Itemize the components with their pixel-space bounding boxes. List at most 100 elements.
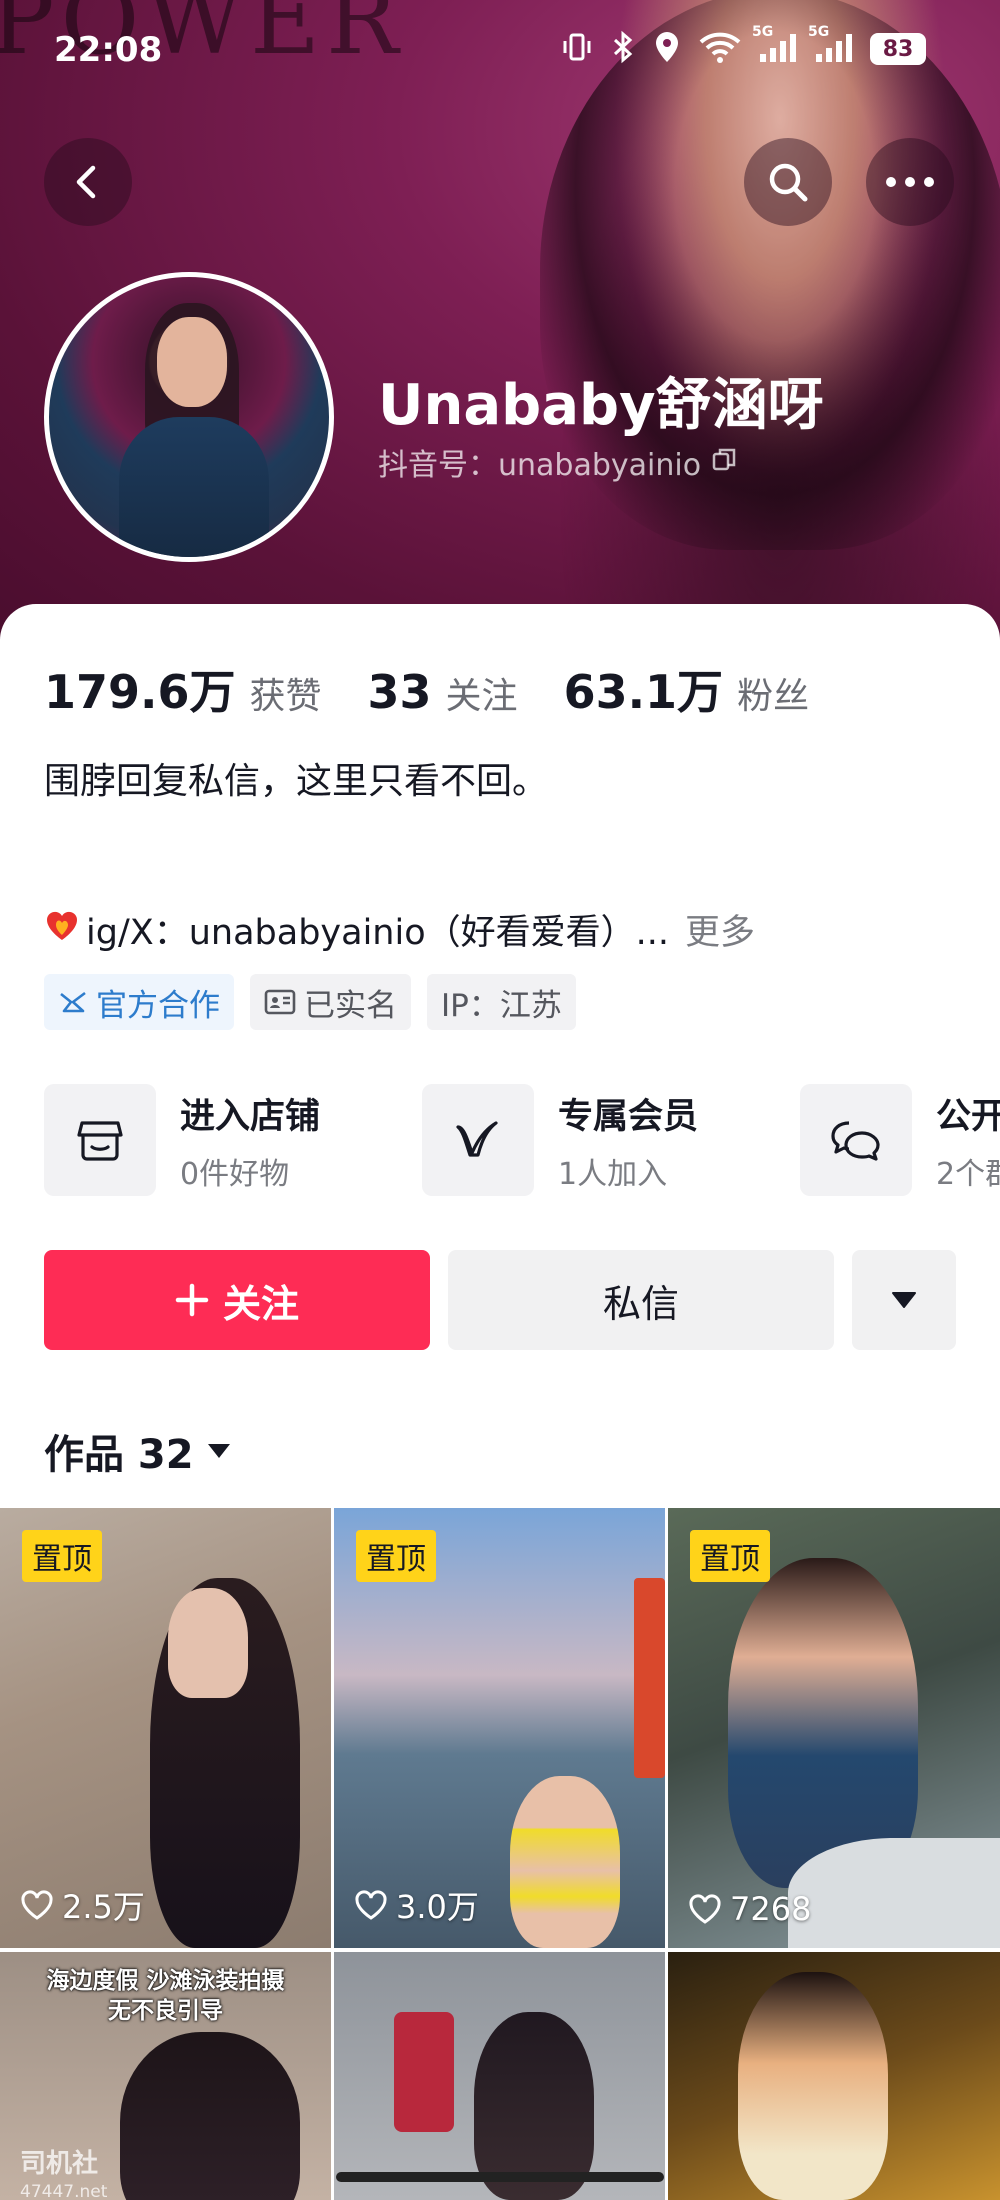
- more-dots-icon: [886, 177, 934, 187]
- bio-link-text: ig/X：unababyainio（好看爱看）...: [86, 913, 669, 953]
- watermark-line-2: 47447.net: [20, 2182, 108, 2200]
- stat-following[interactable]: 33 关注: [368, 665, 518, 719]
- chat-icon: [800, 1084, 912, 1196]
- shortcut-row: 进入店铺 0件好物 专属会员 1人加入 公开 2个群: [44, 1084, 1000, 1200]
- douyin-id-row: 抖音号：unababyainio: [378, 440, 737, 484]
- tag-verified-label: 已实名: [304, 987, 397, 1024]
- signal-icon-1: 5G: [752, 24, 798, 68]
- shortcut-shop-title: 进入店铺: [180, 1096, 321, 1137]
- stat-followers[interactable]: 63.1万 粉丝: [564, 656, 810, 722]
- tag-row: 官方合作 已实名 IP：江苏: [44, 974, 576, 1030]
- shortcut-vip-title: 专属会员: [558, 1096, 699, 1137]
- works-tab[interactable]: 作品 32: [44, 1422, 232, 1480]
- shortcut-shop-text: 进入店铺 0件好物: [180, 1088, 320, 1193]
- bluetooth-icon: [610, 30, 636, 68]
- watermark-line-1: 司机社: [20, 2149, 99, 2179]
- follow-button[interactable]: 关注: [44, 1250, 430, 1350]
- location-icon: [652, 30, 682, 68]
- tag-verified[interactable]: 已实名: [250, 974, 411, 1030]
- stat-likes-label: 获赞: [249, 676, 322, 717]
- video-likes: 7268: [688, 1890, 811, 1928]
- video-thumb-object: [394, 2012, 454, 2132]
- shortcut-vip[interactable]: 专属会员 1人加入: [422, 1084, 698, 1196]
- video-thumb-car: [788, 1838, 1000, 1948]
- avatar-body-shape: [119, 417, 269, 557]
- video-thumb-figure: [738, 1972, 888, 2200]
- more-link[interactable]: 更多: [685, 904, 755, 955]
- video-thumb-face: [168, 1588, 248, 1698]
- more-options-button[interactable]: [866, 138, 954, 226]
- profile-header: POWER 22:08 5G 5G 83 Unababy舒涵呀 抖音号：unab…: [0, 0, 1000, 640]
- douyin-id: 抖音号：unababyainio: [378, 448, 702, 483]
- profile-screen: POWER 22:08 5G 5G 83 Unababy舒涵呀 抖音号：unab…: [0, 0, 1000, 2200]
- pinned-badge: 置顶: [690, 1530, 770, 1582]
- video-overlay-text: 海边度假 沙滩泳装拍摄 无不良引导: [0, 1966, 331, 2026]
- heart-outline-icon: [355, 1890, 387, 1920]
- tag-official-cooperation[interactable]: 官方合作: [44, 974, 234, 1030]
- heart-outline-icon: [689, 1894, 721, 1924]
- avatar-head-shape: [157, 317, 227, 407]
- shortcut-group-sub: 2个群: [936, 1156, 1000, 1192]
- follow-label: 关注: [222, 1281, 299, 1326]
- shortcut-group-text: 公开 2个群: [936, 1088, 1000, 1193]
- stat-likes[interactable]: 179.6万 获赞: [44, 656, 322, 722]
- video-overlay-line-2: 无不良引导: [108, 1998, 223, 2024]
- copy-icon[interactable]: [711, 445, 737, 480]
- video-likes: 2.5万: [20, 1882, 145, 1928]
- video-likes-count: 2.5万: [62, 1888, 145, 1926]
- pinned-badge: 置顶: [356, 1530, 436, 1582]
- video-tile[interactable]: [668, 1952, 1000, 2200]
- video-tile[interactable]: 置顶 7268: [668, 1508, 1000, 1948]
- video-thumb-umbrella: [634, 1578, 665, 1778]
- video-overlay-line-1: 海边度假 沙滩泳装拍摄: [46, 1968, 285, 1994]
- vibrate-icon: [560, 30, 594, 68]
- network-type-1: 5G: [752, 24, 774, 40]
- search-icon: [769, 163, 808, 202]
- watermark: 司机社 47447.net: [20, 2150, 107, 2200]
- search-button[interactable]: [744, 138, 832, 226]
- shortcut-vip-text: 专属会员 1人加入: [558, 1088, 698, 1193]
- video-tile[interactable]: 置顶 3.0万: [334, 1508, 665, 1948]
- video-tile[interactable]: [334, 1952, 665, 2200]
- status-bar: 22:08 5G 5G 83: [0, 0, 1000, 110]
- official-cooperation-icon: [60, 991, 86, 1013]
- message-button[interactable]: 私信: [448, 1250, 834, 1350]
- video-likes-count: 3.0万: [396, 1888, 479, 1926]
- back-button[interactable]: [44, 138, 132, 226]
- shortcut-shop[interactable]: 进入店铺 0件好物: [44, 1084, 320, 1196]
- video-thumb-figure: [120, 2032, 300, 2200]
- shop-icon: [44, 1084, 156, 1196]
- action-buttons: 关注 私信: [44, 1250, 956, 1350]
- video-likes-count: 7268: [730, 1890, 812, 1928]
- shortcut-vip-sub: 1人加入: [558, 1156, 668, 1192]
- home-indicator[interactable]: [336, 2172, 664, 2182]
- heart-fire-icon: [44, 907, 80, 952]
- tag-ip-label: IP：江苏: [441, 987, 562, 1024]
- stat-followers-label: 粉丝: [737, 676, 810, 717]
- bio-link-line: ig/X：unababyainio（好看爱看）... 更多: [44, 904, 755, 955]
- video-thumb-figure: [510, 1776, 620, 1948]
- pinned-badge: 置顶: [22, 1530, 102, 1582]
- profile-card: 179.6万 获赞 33 关注 63.1万 粉丝 围脖回复私信，这里只看不回。 …: [0, 604, 1000, 2200]
- signal-icon-2: 5G: [808, 24, 854, 68]
- more-actions-dropdown[interactable]: [852, 1250, 956, 1350]
- status-icons: 5G 5G 83: [560, 24, 926, 68]
- caret-down-icon: [207, 1444, 230, 1458]
- stat-likes-value: 179.6万: [44, 665, 236, 719]
- shortcut-group-chat[interactable]: 公开 2个群: [800, 1084, 1000, 1196]
- stat-following-value: 33: [367, 665, 432, 719]
- vip-icon: [422, 1084, 534, 1196]
- username: Unababy舒涵呀: [378, 373, 824, 438]
- plus-icon: [175, 1283, 209, 1317]
- stats-row: 179.6万 获赞 33 关注 63.1万 粉丝: [44, 656, 855, 722]
- video-grid: 置顶 2.5万 置顶 3.0万 置顶 7268 海边度假 沙滩泳装拍摄 无不良引…: [0, 1508, 1000, 2200]
- video-tile[interactable]: 置顶 2.5万: [0, 1508, 331, 1948]
- avatar[interactable]: [44, 272, 334, 562]
- stat-followers-value: 63.1万: [563, 665, 724, 719]
- video-likes: 3.0万: [354, 1882, 479, 1928]
- shortcut-shop-sub: 0件好物: [180, 1156, 290, 1192]
- battery-level: 83: [870, 33, 926, 65]
- shortcut-group-title: 公开: [936, 1096, 1000, 1137]
- bio-text: 围脖回复私信，这里只看不回。: [44, 761, 549, 802]
- caret-down-icon: [892, 1292, 916, 1308]
